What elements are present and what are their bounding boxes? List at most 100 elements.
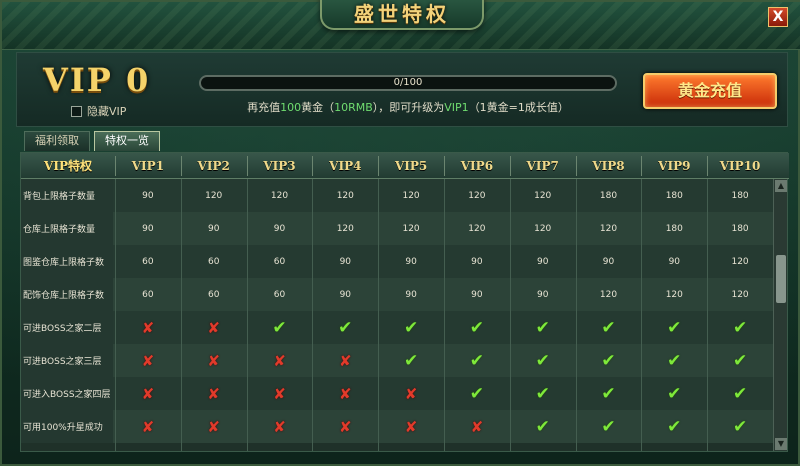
check-icon: ✔: [469, 350, 485, 371]
title-plaque: 盛世特权: [320, 0, 484, 30]
tab-privilege-overview[interactable]: 特权一览: [94, 131, 160, 151]
vip-header-panel: VIP 0 隐藏VIP 0/100 再充值100黄金（10RMB），即可升级为V…: [16, 52, 788, 127]
table-row: 可用100%升星成功 ✘ ✘ ✘ ✘ ✘ ✘ ✔ ✔ ✔ ✔: [21, 410, 773, 443]
table-row: 图鉴仓库上限格子数 60 60 60 90 90 90 90 90 90 120: [21, 245, 773, 278]
window-title: 盛世特权: [354, 2, 450, 26]
cross-icon: ✘: [141, 318, 155, 337]
cross-icon: ✘: [273, 384, 286, 403]
cell-value: 120: [336, 223, 354, 234]
header-separator: [707, 156, 709, 176]
cross-icon: ✘: [339, 384, 352, 403]
cell-value: 120: [205, 190, 223, 201]
cross-icon: ✘: [207, 417, 220, 436]
column-separator: [246, 179, 248, 451]
cross-icon: ✘: [141, 384, 155, 403]
hint-middle: 黄金（: [301, 101, 335, 114]
check-icon: ✔: [535, 383, 550, 404]
header-separator: [312, 156, 314, 176]
growth-progress-text: 0/100: [393, 77, 423, 88]
header-separator: [575, 156, 577, 176]
hint-prefix: 再充值: [247, 101, 281, 114]
row-label: 可进BOSS之家三层: [21, 344, 113, 377]
cross-icon: ✘: [207, 318, 220, 337]
header-separator: [641, 156, 643, 176]
cell-value: 90: [207, 223, 220, 234]
row-label: 可进入BOSS之家四层: [21, 377, 113, 410]
header-separator: [509, 156, 511, 176]
cell-value: 120: [270, 190, 289, 201]
check-icon: ✔: [403, 317, 419, 338]
cell-value: 120: [731, 256, 749, 267]
header-vip4: VIP4: [329, 159, 362, 173]
check-icon: ✔: [667, 383, 682, 404]
cell-value: 120: [665, 289, 683, 300]
check-icon: ✔: [667, 416, 682, 437]
gold-recharge-button[interactable]: 黄金充值: [643, 73, 777, 109]
check-icon: ✔: [601, 317, 616, 338]
cell-value: 90: [471, 289, 483, 300]
header-corner: VIP特权: [44, 159, 92, 173]
cell-value: 90: [405, 289, 417, 300]
header-vip10: VIP10: [719, 159, 761, 173]
hint-middle2: ），即可升级为: [372, 101, 445, 114]
cell-value: 180: [665, 223, 683, 234]
cell-value: 120: [534, 190, 552, 201]
cell-value: 90: [405, 256, 417, 267]
scroll-thumb[interactable]: [776, 255, 786, 303]
close-button[interactable]: X: [768, 7, 788, 27]
tab-welfare[interactable]: 福利领取: [24, 131, 90, 151]
check-icon: ✔: [732, 383, 748, 404]
cell-value: 60: [142, 256, 154, 267]
header-vip8: VIP8: [592, 159, 625, 173]
growth-progress-bar: 0/100: [199, 75, 617, 91]
cell-value: 90: [536, 256, 549, 267]
recharge-hint: 再充值100黄金（10RMB），即可升级为VIP1（1黄金=1成长值）: [199, 99, 617, 115]
check-icon: ✔: [732, 317, 748, 338]
cell-value: 120: [402, 223, 420, 234]
row-label: 配饰仓库上限格子数: [21, 278, 113, 311]
cell-value: 90: [273, 223, 286, 234]
check-icon: ✔: [535, 317, 550, 338]
header-separator: [180, 156, 182, 176]
hide-vip-toggle[interactable]: 隐藏VIP: [71, 103, 126, 119]
column-separator: [115, 179, 116, 451]
check-icon: ✔: [535, 416, 550, 437]
table-row: 配饰仓库上限格子数 60 60 60 90 90 90 90 120 120 120: [21, 278, 773, 311]
cell-value: 120: [599, 223, 618, 234]
table-header: VIP特权 VIP1 VIP2 VIP3 VIP4 VIP5 VIP6 VIP7 VIP8 VI…: [21, 153, 789, 179]
hint-rmb: 10RMB: [334, 101, 373, 114]
header-separator: [115, 156, 116, 176]
arrow-down-icon[interactable]: ▼: [775, 438, 787, 450]
cross-icon: ✘: [207, 384, 220, 403]
cell-value: 90: [536, 289, 549, 300]
check-icon: ✔: [732, 350, 748, 371]
check-icon: ✔: [601, 416, 616, 437]
column-separator: [641, 179, 643, 451]
column-separator: [575, 179, 577, 451]
hide-vip-label: 隐藏VIP: [87, 105, 127, 118]
column-separator: [444, 179, 445, 451]
hint-amount: 100: [280, 101, 302, 114]
cell-value: 120: [402, 190, 420, 201]
cell-value: 90: [142, 190, 154, 201]
check-icon: ✔: [667, 317, 682, 338]
row-label: 可用100%升星成功: [21, 410, 113, 443]
hide-vip-checkbox[interactable]: [71, 105, 82, 117]
row-label: 仓库上限格子数量: [21, 212, 113, 245]
cell-value: 90: [602, 256, 615, 267]
table-scrollbar[interactable]: ▲ ▼: [773, 179, 787, 451]
header-vip5: VIP5: [394, 159, 428, 173]
cell-value: 60: [142, 289, 154, 300]
column-separator: [509, 179, 511, 451]
cross-icon: ✘: [141, 351, 155, 370]
arrow-up-icon[interactable]: ▲: [775, 180, 787, 192]
check-icon: ✔: [601, 383, 616, 404]
cell-value: 60: [273, 289, 286, 300]
cell-value: 90: [668, 256, 681, 267]
cross-icon: ✘: [470, 417, 484, 436]
hint-suffix: （1黄金=1成长值）: [468, 101, 569, 114]
cell-value: 90: [142, 223, 154, 234]
cell-value: 90: [339, 256, 352, 267]
cell-value: 90: [471, 256, 483, 267]
header-vip1: VIP1: [131, 159, 165, 173]
